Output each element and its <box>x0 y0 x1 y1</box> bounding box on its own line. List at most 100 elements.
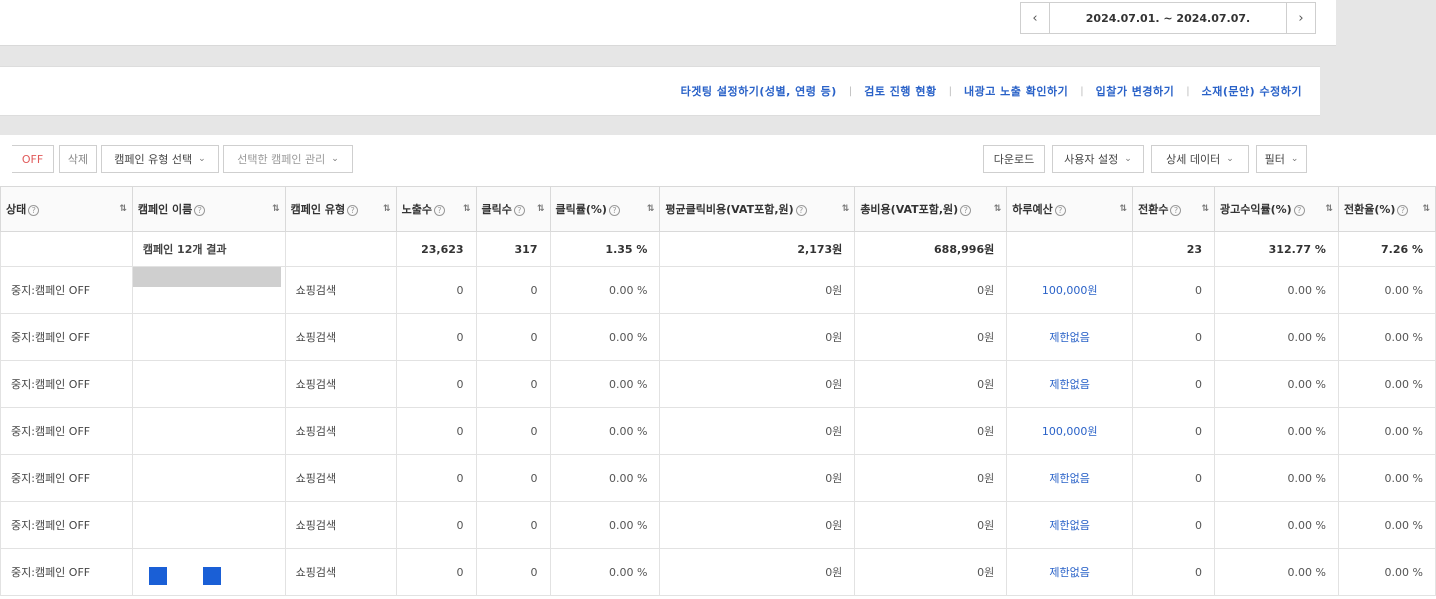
selected-campaign-manage-select[interactable]: 선택한 캠페인 관리 ⌄ <box>223 145 353 173</box>
sort-icon[interactable]: ⇅ <box>1325 204 1333 214</box>
column-header-title: 상태? <box>6 201 40 217</box>
link-my-ad-check[interactable]: 내광고 노출 확인하기 <box>964 83 1068 99</box>
column-header-label: 클릭수 <box>481 203 512 216</box>
off-button[interactable]: OFF <box>12 145 54 173</box>
sort-icon[interactable]: ⇅ <box>119 204 127 214</box>
row-budget[interactable]: 제한없음 <box>1006 313 1134 361</box>
column-header-inner: 광고수익률(%)? ⇅ <box>1220 201 1333 217</box>
delete-button[interactable]: 삭제 <box>59 145 97 173</box>
link-targeting[interactable]: 타겟팅 설정하기(성별, 연령 등) <box>681 83 837 99</box>
help-icon[interactable]: ? <box>194 204 206 216</box>
row-cost: 0원 <box>854 548 1008 596</box>
column-header-label: 광고수익률(%) <box>1220 203 1292 216</box>
row-budget[interactable]: 제한없음 <box>1006 548 1134 596</box>
column-header-conversions[interactable]: 전환수? ⇅ <box>1132 186 1216 232</box>
help-icon[interactable]: ? <box>960 204 972 216</box>
column-header-inner: 평균클릭비용(VAT포함,원)? ⇅ <box>665 201 849 217</box>
quick-links: 타겟팅 설정하기(성별, 연령 등) | 검토 진행 현황 | 내광고 노출 확… <box>681 67 1302 115</box>
sort-icon[interactable]: ⇅ <box>842 204 850 214</box>
sort-icon[interactable]: ⇅ <box>537 204 545 214</box>
help-icon[interactable]: ? <box>795 204 807 216</box>
chevron-down-icon: ⌄ <box>198 154 206 164</box>
row-campaign-name[interactable] <box>131 501 286 549</box>
sort-icon[interactable]: ⇅ <box>1422 204 1430 214</box>
row-cvr: 0.00 % <box>1337 501 1436 549</box>
column-header-campaign-name[interactable]: 캠페인 이름? ⇅ <box>131 186 286 232</box>
sort-icon[interactable]: ⇅ <box>994 204 1002 214</box>
link-bid-change[interactable]: 입찰가 변경하기 <box>1096 83 1175 99</box>
summary-roas: 312.77 % <box>1214 231 1339 267</box>
table-row[interactable]: 중지:캠페인 OFF 쇼핑검색 0 0 0.00 % 0원 0원 제한없음 0 0.00 % 0.0… <box>0 360 1436 408</box>
table-row[interactable]: 중지:캠페인 OFF 쇼핑검색 0 0 0.00 % 0원 0원 제한없음 0 0.00 % 0.0… <box>0 548 1436 596</box>
column-header-inner: 노출수? ⇅ <box>402 201 471 217</box>
row-campaign-type: 쇼핑검색 <box>284 407 397 455</box>
column-header-cvr[interactable]: 전환율(%)? ⇅ <box>1337 186 1436 232</box>
sort-icon[interactable]: ⇅ <box>1201 204 1209 214</box>
help-icon[interactable]: ? <box>608 204 620 216</box>
help-icon[interactable]: ? <box>28 204 40 216</box>
link-separator: | <box>848 85 853 97</box>
detail-data-select[interactable]: 상세 데이터 ⌄ <box>1151 145 1249 173</box>
column-header-total-cost[interactable]: 총비용(VAT포함,원)? ⇅ <box>854 186 1008 232</box>
row-ctr: 0.00 % <box>549 360 661 408</box>
help-icon[interactable]: ? <box>1170 204 1182 216</box>
column-header-label: 캠페인 유형 <box>290 203 346 216</box>
column-header-avg-cpc[interactable]: 평균클릭비용(VAT포함,원)? ⇅ <box>659 186 856 232</box>
filter-select[interactable]: 필터 ⌄ <box>1256 145 1307 173</box>
column-header-label: 상태 <box>6 203 27 216</box>
row-campaign-name[interactable] <box>131 313 286 361</box>
row-ctr: 0.00 % <box>549 266 661 314</box>
download-button[interactable]: 다운로드 <box>983 145 1045 173</box>
row-campaign-name[interactable] <box>131 360 286 408</box>
row-status: 중지:캠페인 OFF <box>0 360 133 408</box>
column-header-clicks[interactable]: 클릭수? ⇅ <box>475 186 551 232</box>
help-icon[interactable]: ? <box>347 204 359 216</box>
redacted-name-block <box>148 567 167 585</box>
date-range-picker[interactable]: 2024.07.01. ~ 2024.07.07. <box>1049 2 1287 34</box>
row-campaign-type: 쇼핑검색 <box>284 360 397 408</box>
campaign-type-select[interactable]: 캠페인 유형 선택 ⌄ <box>101 145 219 173</box>
column-header-ctr[interactable]: 클릭률(%)? ⇅ <box>549 186 661 232</box>
column-header-impressions[interactable]: 노출수? ⇅ <box>395 186 477 232</box>
column-header-daily-budget[interactable]: 하루예산? ⇅ <box>1006 186 1134 232</box>
date-next-button[interactable]: › <box>1286 2 1316 34</box>
table-row[interactable]: 중지:캠페인 OFF 쇼핑검색 0 0 0.00 % 0원 0원 100,000원 0 0.00 … <box>0 266 1436 314</box>
help-icon[interactable]: ? <box>433 204 445 216</box>
sort-icon[interactable]: ⇅ <box>383 204 391 214</box>
date-prev-button[interactable]: ‹ <box>1020 2 1050 34</box>
user-settings-select[interactable]: 사용자 설정 ⌄ <box>1052 145 1144 173</box>
row-campaign-name[interactable] <box>131 454 286 502</box>
table-row[interactable]: 중지:캠페인 OFF 쇼핑검색 0 0 0.00 % 0원 0원 제한없음 0 0.00 % 0.0… <box>0 313 1436 361</box>
help-icon[interactable]: ? <box>1054 204 1066 216</box>
help-icon[interactable]: ? <box>513 204 525 216</box>
help-icon[interactable]: ? <box>1397 204 1409 216</box>
row-budget[interactable]: 제한없음 <box>1006 501 1134 549</box>
row-ctr: 0.00 % <box>549 454 661 502</box>
column-header-campaign-type[interactable]: 캠페인 유형? ⇅ <box>284 186 397 232</box>
help-icon[interactable]: ? <box>1293 204 1305 216</box>
column-header-status[interactable]: 상태? ⇅ <box>0 186 133 232</box>
row-campaign-name[interactable] <box>131 266 286 314</box>
column-header-roas[interactable]: 광고수익률(%)? ⇅ <box>1214 186 1339 232</box>
row-impressions: 0 <box>395 313 477 361</box>
row-budget[interactable]: 제한없음 <box>1006 360 1134 408</box>
table-row[interactable]: 중지:캠페인 OFF 쇼핑검색 0 0 0.00 % 0원 0원 제한없음 0 0.00 % 0.0… <box>0 501 1436 549</box>
row-campaign-name[interactable] <box>131 548 286 596</box>
table-row[interactable]: 중지:캠페인 OFF 쇼핑검색 0 0 0.00 % 0원 0원 100,000원 0 0.00 … <box>0 407 1436 455</box>
link-review-status[interactable]: 검토 진행 현황 <box>864 83 936 99</box>
row-budget[interactable]: 제한없음 <box>1006 454 1134 502</box>
sort-icon[interactable]: ⇅ <box>272 204 280 214</box>
sort-icon[interactable]: ⇅ <box>463 204 471 214</box>
column-header-title: 노출수? <box>402 201 445 217</box>
row-impressions: 0 <box>395 454 477 502</box>
row-budget[interactable]: 100,000원 <box>1006 266 1134 314</box>
table-row[interactable]: 중지:캠페인 OFF 쇼핑검색 0 0 0.00 % 0원 0원 제한없음 0 0.00 % 0.0… <box>0 454 1436 502</box>
row-conversions: 0 <box>1132 313 1216 361</box>
row-campaign-name[interactable] <box>131 407 286 455</box>
sort-icon[interactable]: ⇅ <box>647 204 655 214</box>
link-creative-edit[interactable]: 소재(문안) 수정하기 <box>1202 83 1302 99</box>
column-header-inner: 상태? ⇅ <box>6 201 127 217</box>
row-budget[interactable]: 100,000원 <box>1006 407 1134 455</box>
row-clicks: 0 <box>475 548 551 596</box>
sort-icon[interactable]: ⇅ <box>1120 204 1128 214</box>
